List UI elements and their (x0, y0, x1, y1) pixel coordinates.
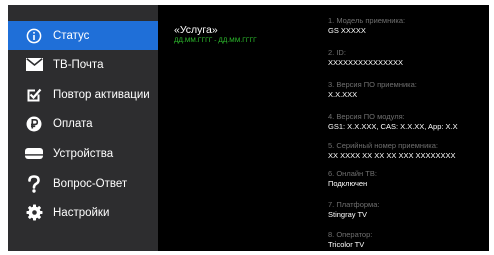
info-item-serial-number: 5. Серийный номер приемника: XX XXXX XX … (328, 141, 456, 160)
info-value: X.X.XXX (328, 90, 358, 99)
sidebar-item-faq[interactable]: Вопрос-Ответ (8, 169, 158, 198)
info-value: GS1: X.X.XXX, CAS: X.X.XX, App: X.X (328, 122, 458, 131)
info-item-online-tv: 6. Онлайн ТВ: Подключен (328, 169, 377, 188)
info-item-receiver-software: 3. Версия ПО приемника: X.X.XXX (328, 80, 417, 99)
info-item-operator: 8. Оператор: Tricolor TV (328, 230, 372, 249)
info-value: XXXXXXXXXXXXXXX (328, 58, 404, 67)
info-item-module-software: 4. Версия ПО модуля: GS1: X.X.XXX, CAS: … (328, 112, 458, 131)
service-dates: ДД.ММ.ГГГГ - ДД.ММ.ГГГГ (174, 37, 257, 44)
gear-icon (25, 204, 43, 222)
sidebar-item-status[interactable]: Статус (8, 21, 158, 50)
sidebar-item-label: Повтор активации (53, 88, 150, 101)
sidebar-menu: Статус ТВ-Почта Повтор активации Оплата (8, 5, 158, 251)
info-value: Tricolor TV (328, 240, 365, 249)
info-label: 8. Оператор: (328, 230, 373, 239)
sidebar-item-reactivation[interactable]: Повтор активации (8, 80, 158, 109)
info-item-platform: 7. Платформа: Stingray TV (328, 200, 379, 219)
info-value: GS XXXXX (328, 26, 366, 35)
mail-icon (25, 56, 43, 74)
sidebar-item-label: Статус (53, 29, 90, 42)
info-item-id: 2. ID: XXXXXXXXXXXXXXX (328, 48, 403, 67)
tv-screen: Статус ТВ-Почта Повтор активации Оплата (8, 5, 489, 251)
payment-icon (25, 115, 43, 133)
sidebar-item-settings[interactable]: Настройки (8, 198, 158, 227)
info-label: 4. Версия ПО модуля: (328, 112, 405, 121)
info-label: 6. Онлайн ТВ: (328, 169, 377, 178)
sidebar-item-label: Настройки (53, 206, 110, 219)
info-value: XX XXXX XX XX XX XXX XXXXXXXX (328, 151, 456, 160)
info-label: 3. Версия ПО приемника: (328, 80, 417, 89)
sidebar-item-label: Вопрос-Ответ (53, 177, 128, 190)
info-value: Stingray TV (328, 210, 368, 219)
sidebar-item-payment[interactable]: Оплата (8, 109, 158, 138)
sidebar-item-label: ТВ-Почта (53, 58, 104, 71)
sidebar-item-label: Устройства (53, 147, 114, 160)
info-icon (25, 27, 43, 45)
question-icon (25, 174, 43, 193)
devices-icon (25, 145, 43, 163)
check-icon (25, 86, 43, 104)
info-label: 5. Серийный номер приемника: (328, 141, 438, 150)
sidebar-item-tv-mail[interactable]: ТВ-Почта (8, 50, 158, 79)
info-value: Подключен (328, 179, 368, 188)
info-item-model: 1. Модель приемника: GS XXXXX (328, 16, 405, 35)
info-label: 7. Платформа: (328, 200, 380, 209)
status-panel: «Услуга» ДД.ММ.ГГГГ - ДД.ММ.ГГГГ 1. Моде… (158, 5, 489, 251)
service-name: «Услуга» (174, 24, 218, 36)
info-label: 2. ID: (328, 48, 346, 57)
sidebar-item-label: Оплата (53, 117, 93, 130)
info-label: 1. Модель приемника: (328, 16, 406, 25)
sidebar-item-devices[interactable]: Устройства (8, 139, 158, 168)
